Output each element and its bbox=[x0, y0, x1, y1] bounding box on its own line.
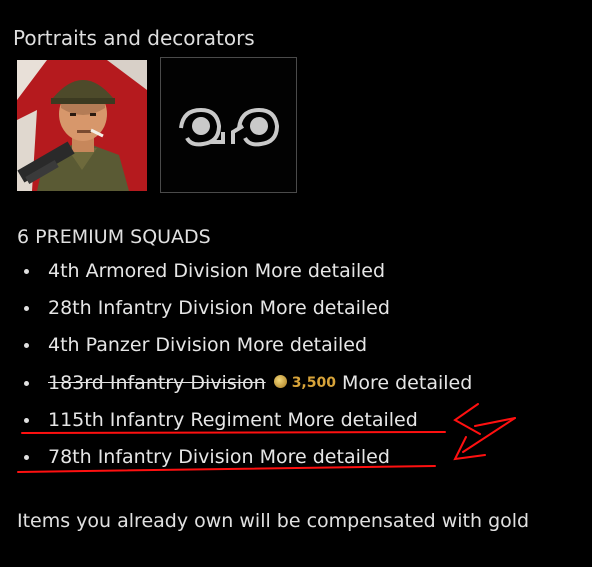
soldier-portrait-image bbox=[17, 60, 147, 191]
decorator-flower-icon bbox=[179, 107, 280, 147]
list-item: 4th Armored Division More detailed bbox=[20, 256, 580, 286]
bullet bbox=[24, 418, 29, 423]
soldier-portrait[interactable] bbox=[17, 60, 147, 191]
list-item: 28th Infantry Division More detailed bbox=[20, 293, 580, 323]
bullet bbox=[24, 381, 29, 386]
section-title-portraits: Portraits and decorators bbox=[13, 26, 255, 50]
squad-name: 115th Infantry Regiment bbox=[48, 409, 282, 431]
list-item: 4th Panzer Division More detailed bbox=[20, 330, 580, 360]
more-detailed-link[interactable]: More detailed bbox=[287, 409, 417, 431]
more-detailed-link[interactable]: More detailed bbox=[255, 260, 385, 282]
list-item-owned: 183rd Infantry Division 3,500 More detaile… bbox=[20, 368, 580, 398]
squad-name: 4th Panzer Division bbox=[48, 334, 231, 356]
bullet bbox=[24, 306, 29, 311]
bullet bbox=[24, 455, 29, 460]
list-item: 78th Infantry Division More detailed bbox=[20, 442, 580, 472]
gold-price: 3,500 bbox=[273, 375, 336, 391]
squad-name: 28th Infantry Division bbox=[48, 297, 254, 319]
more-detailed-link[interactable]: More detailed bbox=[342, 372, 472, 394]
squad-name: 4th Armored Division bbox=[48, 260, 249, 282]
squad-name-owned: 183rd Infantry Division bbox=[48, 372, 266, 394]
more-detailed-link[interactable]: More detailed bbox=[260, 446, 390, 468]
squad-name: 78th Infantry Division bbox=[48, 446, 254, 468]
more-detailed-link[interactable]: More detailed bbox=[260, 297, 390, 319]
list-item: 115th Infantry Regiment More detailed bbox=[20, 405, 580, 435]
premium-squads-heading: 6 PREMIUM SQUADS bbox=[17, 226, 211, 248]
bullet bbox=[24, 343, 29, 348]
compensation-note: Items you already own will be compensate… bbox=[17, 510, 530, 532]
decorator-slot[interactable] bbox=[160, 57, 297, 193]
coin-icon bbox=[273, 375, 287, 388]
more-detailed-link[interactable]: More detailed bbox=[237, 334, 367, 356]
bullet bbox=[24, 269, 29, 274]
